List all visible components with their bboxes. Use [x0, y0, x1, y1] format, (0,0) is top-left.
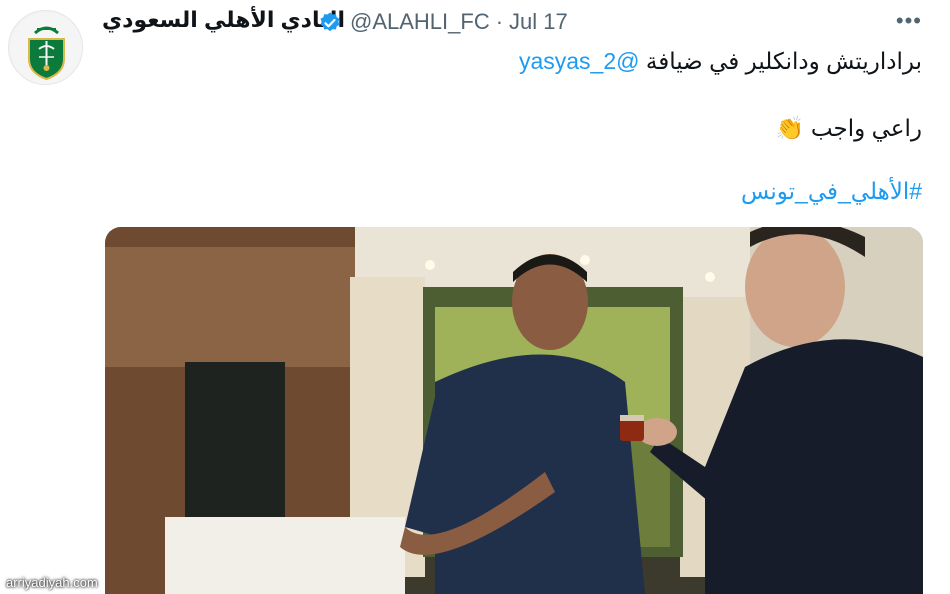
tweet-text-line-3: #الأهلي_في_تونس [122, 178, 922, 205]
meta-separator: · [495, 9, 504, 34]
author-display-name[interactable]: النادي الأهلي السعودي [102, 7, 345, 33]
tweet-text-segment: براداريتش ودانكلير في ضيافة [639, 48, 922, 74]
author-handle[interactable]: @ALAHLI_FC [350, 9, 490, 34]
tweet-text-line-2: راعي واجب 👏 [122, 115, 922, 142]
hashtag-link[interactable]: #الأهلي_في_تونس [741, 178, 922, 204]
avatar[interactable] [8, 10, 83, 85]
verified-badge-icon [320, 12, 340, 32]
al-ahli-logo-icon [10, 12, 82, 84]
tweet-text-segment: راعي واجب [810, 115, 922, 141]
tweet-media-video[interactable] [105, 227, 923, 594]
tweet-text-line-1: براداريتش ودانكلير في ضيافة @yasyas_2 [122, 48, 922, 75]
tweet-date[interactable]: Jul 17 [509, 9, 568, 34]
more-options-button[interactable]: ••• [896, 8, 922, 34]
clapping-hands-icon: 👏 [775, 115, 805, 141]
site-watermark: arriyadiyah.com [6, 575, 98, 590]
tweet-meta: @ALAHLI_FC · Jul 17 [350, 9, 568, 35]
video-frame [105, 227, 923, 594]
mention-link[interactable]: @yasyas_2 [519, 48, 640, 74]
